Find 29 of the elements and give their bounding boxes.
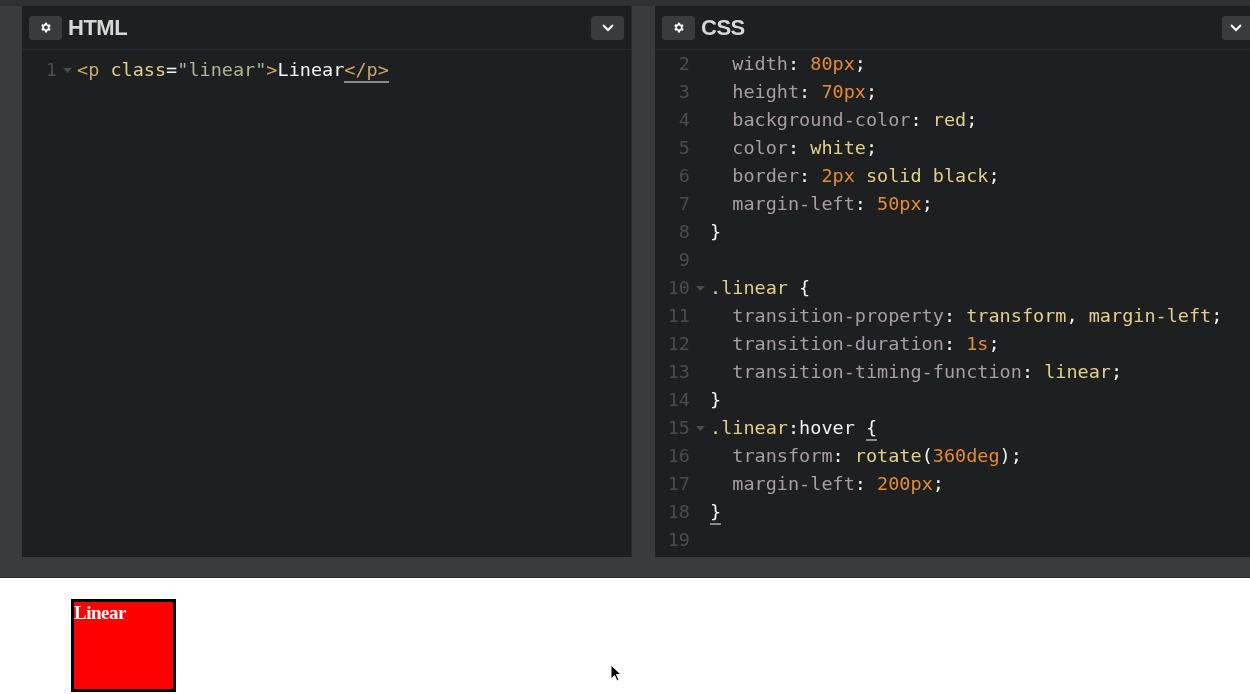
code-line: .linear { (710, 276, 811, 300)
code-line: } (710, 220, 722, 244)
code-line: margin-left: 200px; (731, 472, 944, 496)
code-line: } (710, 388, 722, 412)
code-line: margin-left: 50px; (731, 192, 933, 216)
code-line: .linear:hover { (710, 414, 878, 442)
panel-title: HTML (68, 14, 128, 42)
settings-button[interactable] (29, 15, 62, 40)
code-line: } (710, 498, 722, 526)
code-line: transition-property: transform, margin-left; (731, 304, 1223, 328)
settings-icon (39, 21, 52, 34)
chevron-down-icon (601, 23, 614, 32)
panel-title: CSS (701, 14, 745, 42)
settings-button[interactable] (662, 15, 695, 40)
code-line: border: 2px solid black; (731, 164, 1000, 188)
dropdown-button[interactable] (1222, 15, 1250, 40)
code-line: width: 80px; (731, 52, 866, 76)
code-line: transition-duration: 1s; (731, 332, 1000, 356)
code-line: background-color: red; (731, 108, 978, 132)
code-line: <p class="linear">Linear</p> (77, 56, 389, 84)
code-line: transform: rotate(360deg); (731, 444, 1022, 468)
code-line: color: white; (731, 136, 878, 160)
chevron-down-icon (1230, 23, 1242, 32)
box-text: Linear (74, 602, 127, 624)
mouse-pointer-icon (610, 664, 622, 682)
code-line: transition-timing-function: linear; (731, 360, 1123, 384)
code-line: height: 70px; (731, 80, 878, 104)
settings-icon (672, 21, 685, 34)
dropdown-button[interactable] (591, 15, 624, 40)
